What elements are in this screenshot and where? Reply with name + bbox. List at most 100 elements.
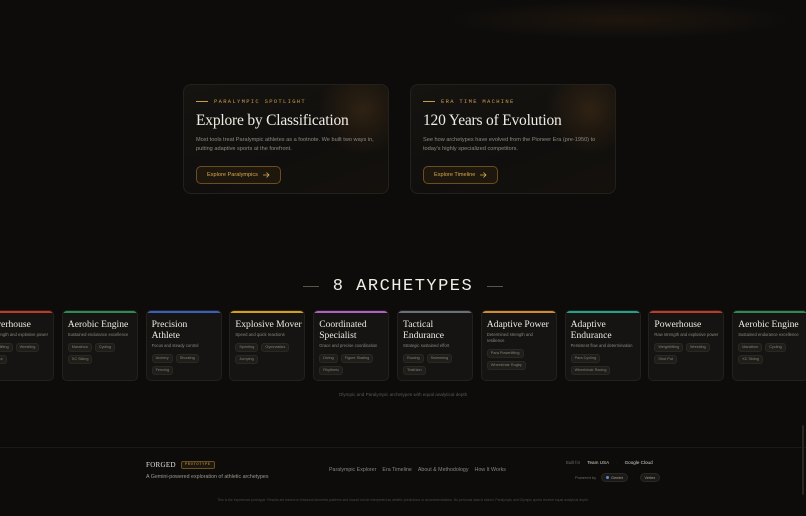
archetype-description: Grace and precise coordination <box>319 343 378 348</box>
archetype-name: Precision Athlete <box>151 319 188 341</box>
archetype-card[interactable]: Tactical Endurance Strategic sustained ef… <box>397 310 473 381</box>
heading-rule <box>487 286 504 287</box>
footer-nav: Paralympic Explorer Era Timeline About &… <box>329 467 506 473</box>
scrollbar-thumb[interactable] <box>802 425 804 495</box>
archetypes-heading: 8 ARCHETYPES <box>0 277 806 296</box>
button-label: Explore Paralympics <box>207 172 258 178</box>
sport-tag: Shooting <box>175 353 199 363</box>
card-eyebrow: ERA TIME MACHINE <box>423 98 515 105</box>
archetype-card[interactable]: Aerobic Engine Sustained endurance excell… <box>732 310 806 381</box>
archetype-name: Powerhouse <box>654 319 702 330</box>
team-usa-label: Team USA <box>587 460 610 465</box>
vertex-label: Vertex <box>644 475 656 480</box>
archetype-color-bar <box>733 311 806 313</box>
sport-tag: Para Powerlifting <box>486 348 524 358</box>
feature-card-paralympic: PARALYMPIC SPOTLIGHT Explore by Classifi… <box>183 84 389 194</box>
sport-tag: Figure Skating <box>340 353 374 363</box>
sport-tag: Archery <box>151 353 173 363</box>
built-for-label: Built for <box>566 460 581 465</box>
sport-tag: XC Skiing <box>738 354 763 364</box>
footer-brand: FORGED PROTOTYPE <box>146 461 215 469</box>
sport-tag: Wheelchair Racing <box>570 365 611 375</box>
archetype-tags: WeightliftingWrestling Shot Put <box>0 342 48 364</box>
feature-card-timeline: ERA TIME MACHINE 120 Years of Evolution … <box>410 84 616 194</box>
sport-tag: XC Skiing <box>67 354 93 364</box>
sport-tag: Fencing <box>151 365 174 375</box>
eyebrow-line <box>196 101 208 102</box>
card-title: Explore by Classification <box>196 112 349 129</box>
sport-tag: Wrestling <box>686 342 710 352</box>
archetype-description: Raw strength and explosive power <box>0 332 49 337</box>
archetype-tags: Archery Shooting Fencing <box>151 353 216 375</box>
sport-tag: Weightlifting <box>654 342 684 352</box>
archetype-card[interactable]: Adaptive Endurance Persistent flow and de… <box>564 310 641 381</box>
sport-tag: Diving <box>319 353 338 363</box>
sport-tag: Marathon <box>738 342 763 352</box>
archetype-name: Adaptive Power <box>486 319 549 330</box>
eyebrow-text: PARALYMPIC SPOTLIGHT <box>214 98 307 105</box>
archetype-tags: Marathon Cycling XC Skiing <box>738 342 802 364</box>
sport-tag: Cycling <box>94 342 116 352</box>
archetype-description: Persistent flow and determination <box>570 343 633 348</box>
archetype-description: Focus and steady control <box>151 343 199 348</box>
archetype-color-bar <box>398 311 472 313</box>
archetype-card[interactable]: Powerhouse Raw strength and explosive pow… <box>648 310 725 381</box>
eyebrow-line <box>423 101 435 102</box>
sport-tag: Gymnastics <box>261 342 290 352</box>
archetype-name: Coordinated Specialist <box>319 319 367 341</box>
sport-tag: Wheelchair Rugby <box>486 360 526 370</box>
sport-tag: Shot Put <box>0 354 7 364</box>
carousel-caption: Olympic and Paralympic archetypes with e… <box>338 392 468 397</box>
forged-logo[interactable]: FORGED <box>146 461 176 469</box>
sport-tag: Para Cycling <box>570 353 601 363</box>
archetype-name: Powerhouse <box>0 319 31 330</box>
archetype-color-bar <box>0 311 53 313</box>
archetype-color-bar <box>649 311 724 313</box>
sport-tag: Jumping <box>235 354 258 364</box>
sport-tag: Rhythmic <box>319 365 344 375</box>
archetypes-title: 8 ARCHETYPES <box>332 277 474 296</box>
archetype-tags: Para Cycling Wheelchair Racing <box>570 353 635 375</box>
archetype-card[interactable]: Powerhouse Raw strength and explosive pow… <box>0 310 54 381</box>
archetype-card[interactable]: Adaptive Power Determined strength and re… <box>480 310 557 381</box>
top-glow <box>440 0 800 40</box>
archetype-card[interactable]: Precision Athlete Focus and steady contro… <box>145 310 222 381</box>
archetype-card[interactable]: Aerobic Engine Sustained endurance excell… <box>61 310 138 381</box>
archetype-color-bar <box>62 311 137 313</box>
sport-tag: Wrestling <box>15 342 40 352</box>
card-eyebrow: PARALYMPIC SPOTLIGHT <box>196 98 306 105</box>
footer-link-era-timeline[interactable]: Era Timeline <box>382 467 411 473</box>
footer-link-about[interactable]: About & Methodology <box>418 467 469 473</box>
archetype-color-bar <box>481 311 556 313</box>
archetype-color-bar <box>230 311 305 313</box>
separator: · <box>633 475 635 480</box>
explore-paralympics-button[interactable]: Explore Paralympics <box>196 166 281 184</box>
gemini-icon <box>606 476 610 479</box>
separator: · <box>616 460 618 465</box>
archetype-name: Tactical Endurance <box>403 319 445 341</box>
archetype-tags: Diving Figure Skating Rhythmic <box>319 353 383 375</box>
heading-rule <box>302 286 319 287</box>
sport-tag: Weightlifting <box>0 342 13 352</box>
footer-link-paralympic-explorer[interactable]: Paralympic Explorer <box>329 467 376 473</box>
gemini-label: Gemini <box>611 475 624 480</box>
archetype-color-bar <box>314 311 389 313</box>
explore-timeline-button[interactable]: Explore Timeline <box>423 166 499 184</box>
sport-tag: Cycling <box>765 342 786 352</box>
archetype-description: Sustained endurance excellence <box>67 332 129 337</box>
sport-tag: Rowing <box>403 353 424 363</box>
archetype-description: Raw strength and explosive power <box>654 332 719 337</box>
vertex-pill: Vertex <box>639 473 661 482</box>
archetype-description: Sustained endurance excellence <box>738 332 799 337</box>
sport-tag: Marathon <box>67 342 92 352</box>
archetype-description: Determined strength and resilience <box>486 332 533 343</box>
archetype-tags: Rowing Swimming Triathlon <box>403 353 467 375</box>
powered-by-label: Powered by <box>575 475 597 480</box>
prototype-badge: PROTOTYPE <box>180 461 215 469</box>
archetype-tags: Para Powerlifting Wheelchair Rugby <box>486 348 551 370</box>
archetype-tags: Marathon Cycling XC Skiing <box>67 342 132 364</box>
archetype-card[interactable]: Explosive Mover Speed and quick reactions… <box>229 310 306 381</box>
footer-link-how-it-works[interactable]: How It Works <box>475 467 506 473</box>
built-for: Built for Team USA · Google Cloud <box>566 460 653 465</box>
archetype-card[interactable]: Coordinated Specialist Grace and precise … <box>313 310 390 381</box>
